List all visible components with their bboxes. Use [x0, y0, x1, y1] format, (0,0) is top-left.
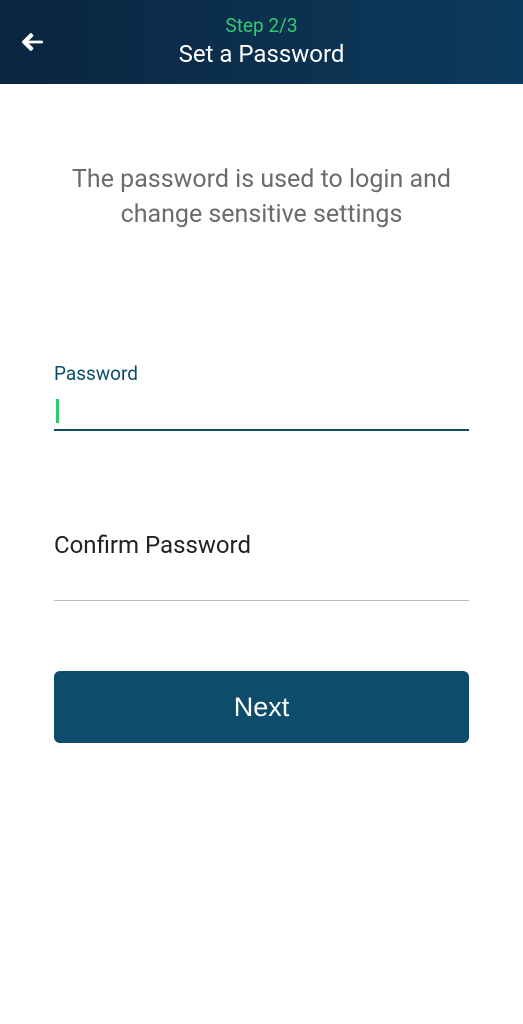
back-button[interactable]: [12, 22, 52, 62]
confirm-password-input-wrapper[interactable]: [54, 567, 469, 601]
content: The password is used to login and change…: [0, 84, 523, 743]
confirm-password-field-group: Confirm Password: [54, 531, 469, 601]
password-field-group: Password: [54, 362, 469, 431]
next-button[interactable]: Next: [54, 671, 469, 743]
description-text: The password is used to login and change…: [54, 162, 469, 232]
step-indicator: Step 2/3: [179, 14, 345, 39]
password-label: Password: [54, 362, 469, 385]
page-title: Set a Password: [179, 39, 345, 70]
confirm-password-label: Confirm Password: [54, 531, 469, 559]
header: Step 2/3 Set a Password: [0, 0, 523, 84]
password-input-wrapper[interactable]: [54, 393, 469, 431]
header-title-group: Step 2/3 Set a Password: [179, 14, 345, 70]
arrow-left-icon: [19, 29, 45, 55]
